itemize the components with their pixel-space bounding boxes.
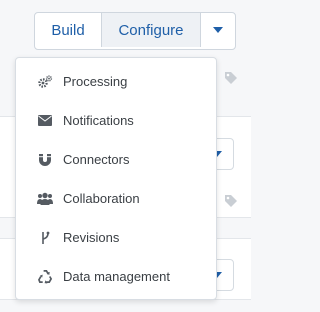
menu-item-revisions[interactable]: Revisions — [16, 218, 216, 257]
menu-item-processing[interactable]: Processing — [16, 62, 216, 101]
envelope-icon — [37, 113, 53, 129]
menu-item-label: Revisions — [63, 230, 120, 245]
configure-button[interactable]: Configure — [102, 13, 201, 47]
build-configure-button-group: Build Configure — [34, 12, 236, 50]
build-button[interactable]: Build — [35, 13, 102, 47]
menu-item-notifications[interactable]: Notifications — [16, 101, 216, 140]
recycle-icon — [37, 269, 53, 285]
gears-icon — [37, 74, 53, 90]
users-icon — [37, 191, 53, 207]
menu-item-label: Collaboration — [63, 191, 140, 206]
menu-item-label: Data management — [63, 269, 170, 284]
menu-item-connectors[interactable]: Connectors — [16, 140, 216, 179]
menu-item-label: Notifications — [63, 113, 134, 128]
chevron-down-icon — [213, 27, 223, 33]
menu-item-data-management[interactable]: Data management — [16, 257, 216, 296]
tag-icon — [225, 195, 237, 207]
configure-dropdown-toggle[interactable] — [201, 13, 235, 47]
configure-menu: Processing Notifications Connectors Coll… — [15, 57, 217, 300]
branch-icon — [37, 230, 53, 246]
tag-icon — [225, 72, 237, 84]
menu-item-label: Connectors — [63, 152, 130, 167]
menu-item-label: Processing — [63, 74, 128, 89]
magnet-icon — [37, 152, 53, 168]
menu-item-collaboration[interactable]: Collaboration — [16, 179, 216, 218]
